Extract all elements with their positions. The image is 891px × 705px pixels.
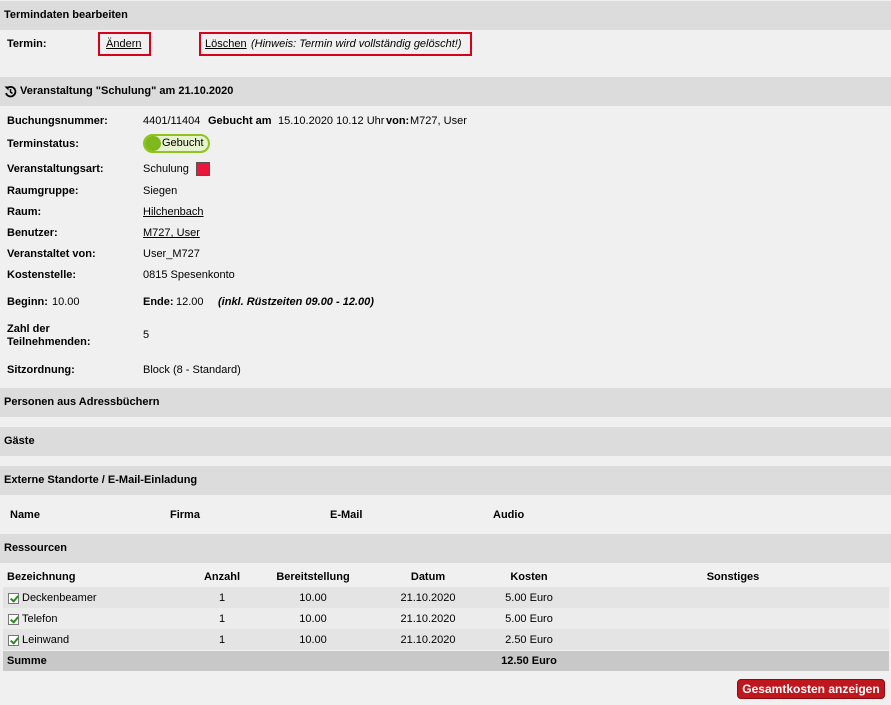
res-kosten: 2.50 Euro — [505, 634, 553, 646]
kostenstelle-label: Kostenstelle: — [7, 269, 77, 281]
extern-col-email: E-Mail — [330, 509, 363, 521]
benutzer-link[interactable]: M727, User — [143, 227, 200, 239]
veranstaltung-title: Veranstaltung "Schulung" am 21.10.2020 — [20, 85, 234, 97]
kostenstelle-value: 0815 Spesenkonto — [143, 269, 235, 281]
gebucht-am-value: 15.10.2020 10.12 Uhr — [278, 115, 385, 127]
res-name: Leinwand — [22, 634, 70, 646]
extern-col-firma: Firma — [170, 509, 200, 521]
res-name: Deckenbeamer — [22, 592, 97, 604]
extern-col-audio: Audio — [493, 509, 525, 521]
terminstatus-label: Terminstatus: — [7, 138, 79, 150]
summe-value: 12.50 Euro — [501, 655, 557, 667]
sum-row — [3, 651, 889, 671]
gaeste-header: Gäste — [0, 427, 891, 456]
ende-label: Ende: — [143, 296, 174, 308]
res-kosten: 5.00 Euro — [505, 592, 553, 604]
sitzordnung-value: Block (8 - Standard) — [143, 364, 241, 376]
veranstaltungsart-value: Schulung — [143, 163, 189, 175]
raumgruppe-label: Raumgruppe: — [7, 185, 79, 197]
termin-label: Termin: — [7, 38, 47, 50]
buchungsnummer-value: 4401/11404 — [143, 115, 201, 127]
toggle-knob — [145, 136, 161, 151]
res-col-bezeichnung: Bezeichnung — [7, 571, 76, 583]
terminstatus-value: Gebucht — [162, 137, 204, 149]
ressourcen-header: Ressourcen — [0, 534, 891, 563]
beginn-value: 10.00 — [52, 296, 80, 308]
loeschen-hint: (Hinweis: Termin wird vollständig gelösc… — [251, 38, 462, 50]
von-label: von: — [386, 115, 410, 127]
termindaten-header: Termindaten bearbeiten — [0, 1, 891, 30]
res-bereitstellung: 10.00 — [299, 613, 327, 625]
veranstaltet-von-label: Veranstaltet von: — [7, 248, 96, 260]
res-col-kosten: Kosten — [510, 571, 548, 583]
res-col-bereitstellung: Bereitstellung — [276, 571, 350, 583]
beginn-label: Beginn: — [7, 296, 48, 308]
row-checkbox[interactable] — [8, 614, 19, 625]
teilnehmer-label-line2: Teilnehmenden: — [7, 336, 91, 348]
raum-label: Raum: — [7, 206, 42, 218]
gesamtkosten-button[interactable]: Gesamtkosten anzeigen — [737, 679, 885, 699]
ruestzeiten-note: (inkl. Rüstzeiten 09.00 - 12.00) — [218, 296, 374, 308]
sitzordnung-label: Sitzordnung: — [7, 364, 75, 376]
history-icon — [4, 85, 17, 98]
raum-link[interactable]: Hilchenbach — [143, 206, 204, 218]
res-datum: 21.10.2020 — [400, 613, 456, 625]
res-kosten: 5.00 Euro — [505, 613, 553, 625]
res-anzahl: 1 — [218, 613, 226, 625]
loeschen-link[interactable]: Löschen — [205, 38, 247, 50]
res-bereitstellung: 10.00 — [299, 592, 327, 604]
buchungsnummer-label: Buchungsnummer: — [7, 115, 108, 127]
veranstaltungsart-label: Veranstaltungsart: — [7, 163, 104, 175]
res-anzahl: 1 — [218, 634, 226, 646]
res-col-sonstiges: Sonstiges — [706, 571, 760, 583]
veranstaltung-header: Veranstaltung "Schulung" am 21.10.2020 — [0, 77, 891, 106]
aendern-link[interactable]: Ändern — [106, 38, 141, 50]
extern-header: Externe Standorte / E-Mail-Einladung — [0, 466, 891, 495]
summe-label: Summe — [7, 655, 47, 667]
benutzer-label: Benutzer: — [7, 227, 58, 239]
extern-col-name: Name — [10, 509, 40, 521]
teilnehmer-value: 5 — [143, 329, 150, 341]
res-bereitstellung: 10.00 — [299, 634, 327, 646]
row-checkbox[interactable] — [8, 593, 19, 604]
res-col-anzahl: Anzahl — [203, 571, 241, 583]
veranstaltet-von-value: User_M727 — [143, 248, 200, 260]
personen-header: Personen aus Adressbüchern — [0, 388, 891, 417]
res-datum: 21.10.2020 — [400, 592, 456, 604]
raumgruppe-value: Siegen — [143, 185, 178, 197]
res-datum: 21.10.2020 — [400, 634, 456, 646]
res-anzahl: 1 — [218, 592, 226, 604]
row-checkbox[interactable] — [8, 635, 19, 646]
res-col-datum: Datum — [410, 571, 446, 583]
res-name: Telefon — [22, 613, 58, 625]
terminstatus-toggle[interactable]: Gebucht — [143, 134, 210, 153]
veranstaltungsart-color-swatch — [196, 162, 210, 176]
gebucht-am-label: Gebucht am — [208, 115, 272, 127]
ende-value: 12.00 — [176, 296, 204, 308]
teilnehmer-label-line1: Zahl der — [7, 323, 50, 335]
von-value: M727, User — [410, 115, 467, 127]
